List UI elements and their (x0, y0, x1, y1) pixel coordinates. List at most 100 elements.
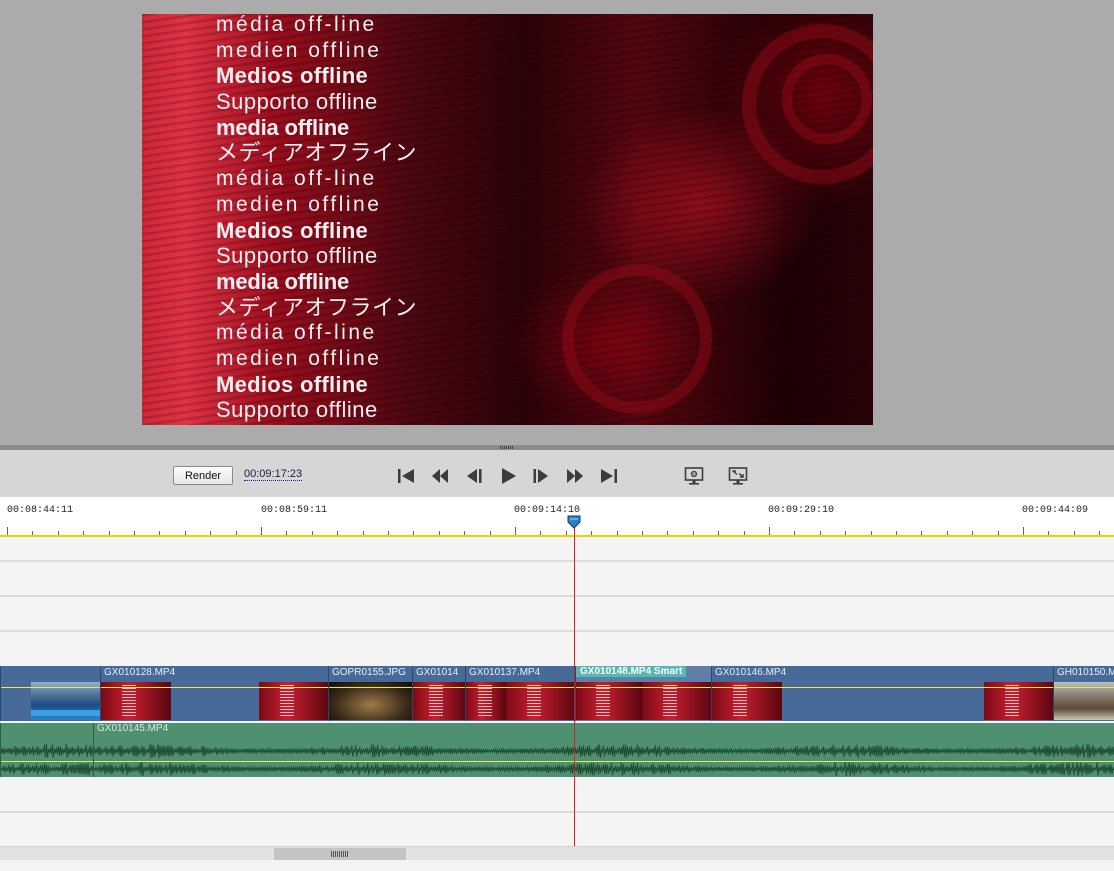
video-clip[interactable]: GX010128.MP4 (100, 666, 328, 721)
audio-clip[interactable]: GX010145.MP4 (93, 723, 1114, 777)
waveform (94, 761, 1114, 777)
step-forward-button[interactable] (529, 464, 553, 488)
ruler-tick (210, 531, 211, 535)
playhead-handle[interactable] (567, 515, 581, 529)
ruler-tick (490, 531, 491, 535)
video-clip[interactable] (0, 666, 100, 721)
ruler-tick (439, 531, 440, 535)
ruler-tick (515, 527, 516, 535)
ruler-tick (921, 531, 922, 535)
timeline[interactable]: 00:08:44:11 00:08:59:11 00:09:14:10 00:0… (0, 497, 1114, 871)
clip-label: GX010145.MP4 (97, 723, 169, 734)
next-frame-button[interactable] (563, 464, 587, 488)
background-swirl (782, 54, 872, 144)
ruler-tick (109, 531, 110, 535)
previous-frame-button[interactable] (428, 464, 452, 488)
waveform (1, 761, 93, 777)
ruler-tick (337, 531, 338, 535)
render-button[interactable]: Render (173, 466, 233, 485)
opacity-line (1, 687, 100, 688)
ruler-label: 00:08:44:11 (7, 505, 74, 516)
splitter-grip-icon (500, 446, 514, 449)
clip-label: GX010137.MP4 (469, 667, 541, 678)
ruler-tick (972, 531, 973, 535)
ruler-tick (388, 531, 389, 535)
ruler-tick (185, 531, 186, 535)
offline-text-line: média off-line (216, 14, 377, 36)
ruler-tick (464, 531, 465, 535)
audio-track[interactable]: GX010145.MP4 (0, 723, 1114, 777)
clip-label: GX010128.MP4 (104, 667, 176, 678)
time-ruler[interactable]: 00:08:44:11 00:08:59:11 00:09:14:10 00:0… (0, 497, 1114, 537)
offline-text-line: Medios offline (216, 63, 369, 89)
step-back-button[interactable] (462, 464, 486, 488)
ruler-tick (591, 531, 592, 535)
transport-bar: Render 00:09:17:23 (0, 450, 1114, 497)
ruler-tick (236, 531, 237, 535)
offline-text-line: メディアオフライン (216, 294, 417, 320)
empty-track[interactable] (0, 597, 1114, 632)
video-preview[interactable]: média off-line medien offline Medios offli… (142, 14, 873, 425)
preview-area: média off-line medien offline Medios offli… (0, 0, 1114, 446)
step-back-icon (467, 469, 482, 483)
ruler-tick (32, 531, 33, 535)
offline-text-line: メディアオフライン (216, 140, 417, 166)
ruler-tick (540, 531, 541, 535)
video-clip[interactable]: GX010146.MP4 (711, 666, 1053, 721)
empty-track[interactable] (0, 562, 1114, 597)
empty-track[interactable] (0, 632, 1114, 666)
preview-settings-button[interactable] (682, 464, 706, 488)
go-to-start-button[interactable] (394, 464, 418, 488)
playhead-line (574, 527, 575, 847)
clip-label: GX010148.MP4 Smart (576, 666, 687, 677)
offline-text-line: medien offline (216, 192, 382, 216)
audio-clip[interactable] (0, 723, 93, 777)
ruler-tick (363, 531, 364, 535)
ruler-tick (845, 531, 846, 535)
ruler-tick (718, 531, 719, 535)
scrollbar-grip-icon (331, 851, 349, 857)
waveform (1, 743, 93, 759)
video-clip[interactable]: GX010137.MP4 (465, 666, 575, 721)
rewind-icon (432, 469, 448, 483)
ruler-tick (794, 531, 795, 535)
fast-forward-icon (567, 469, 583, 483)
ruler-tick (1023, 527, 1024, 535)
external-monitor-button[interactable] (726, 464, 750, 488)
ruler-tick (312, 531, 313, 535)
play-button[interactable] (496, 464, 520, 488)
clip-label: GH010150.M (1057, 667, 1114, 678)
opacity-line (413, 687, 465, 688)
go-to-end-icon (601, 469, 617, 483)
offline-text-line: Supporto offline (216, 243, 378, 269)
ruler-tick (1099, 531, 1100, 535)
empty-track[interactable] (0, 777, 1114, 813)
opacity-line (466, 687, 575, 688)
video-clip[interactable]: GX01014 (412, 666, 465, 721)
horizontal-scrollbar[interactable] (0, 846, 1114, 860)
ruler-tick (7, 527, 8, 535)
volume-line (94, 761, 1114, 762)
empty-track[interactable] (0, 538, 1114, 562)
video-track[interactable]: GX010128.MP4 GOPR0155.JPG GX01014 GX0101… (0, 666, 1114, 721)
ruler-tick (896, 531, 897, 535)
ruler-tick (1048, 531, 1049, 535)
clip-label: GX01014 (416, 667, 459, 678)
step-forward-icon (533, 469, 548, 483)
opacity-line (101, 687, 328, 688)
scrollbar-thumb[interactable] (274, 848, 406, 860)
current-timecode[interactable]: 00:09:17:23 (244, 468, 303, 481)
go-to-end-button[interactable] (597, 464, 621, 488)
ruler-tick (261, 527, 262, 535)
ruler-tick (413, 531, 414, 535)
playhead-marker-icon (567, 515, 581, 529)
offline-text-line: média off-line (216, 167, 377, 191)
clip-label: GOPR0155.JPG (332, 667, 406, 678)
empty-track[interactable] (0, 813, 1114, 846)
ruler-tick (286, 531, 287, 535)
video-clip[interactable]: GOPR0155.JPG (328, 666, 412, 721)
offline-text-line: medien offline (216, 38, 382, 62)
video-clip[interactable]: GH010150.M (1053, 666, 1114, 721)
ruler-tick (744, 531, 745, 535)
video-clip-selected[interactable]: GX010148.MP4 Smart (575, 666, 711, 721)
